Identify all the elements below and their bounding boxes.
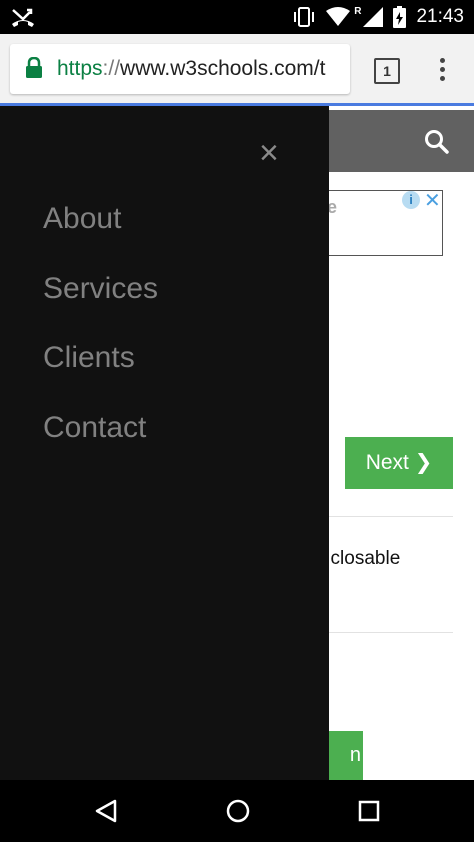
search-icon[interactable] xyxy=(424,129,450,160)
section-text: , closable xyxy=(320,548,401,569)
url-separator: :// xyxy=(102,57,121,80)
home-icon[interactable] xyxy=(226,799,250,828)
battery-icon xyxy=(393,6,407,28)
divider xyxy=(310,516,453,517)
back-icon[interactable] xyxy=(95,799,117,828)
close-icon[interactable]: × xyxy=(259,136,279,170)
url-text: https://www.w3schools.com/t xyxy=(57,57,325,81)
drawer-item-contact[interactable]: Contact xyxy=(43,411,146,445)
tab-switcher-button[interactable]: 1 xyxy=(374,58,400,84)
next-button[interactable]: Next ❯ xyxy=(345,437,453,489)
system-navigation-bar xyxy=(0,780,474,842)
url-host: www.w3schools.com/t xyxy=(120,57,326,80)
recent-apps-icon[interactable] xyxy=(358,800,380,827)
roaming-indicator: R xyxy=(354,5,362,17)
url-scheme: https xyxy=(57,57,103,80)
wifi-icon xyxy=(326,7,351,27)
status-bar: R 21:43 xyxy=(0,0,474,34)
ad-close-icon[interactable]: ✕ xyxy=(424,188,441,213)
drawer-item-about[interactable]: About xyxy=(43,202,121,236)
side-drawer: × About Services Clients Contact xyxy=(0,106,329,780)
status-time: 21:43 xyxy=(416,6,464,27)
lock-icon xyxy=(25,56,43,84)
browser-toolbar: https://www.w3schools.com/t 1 xyxy=(0,34,474,104)
signal-icon xyxy=(363,7,384,27)
vibrate-icon xyxy=(292,6,316,28)
address-bar[interactable]: https://www.w3schools.com/t xyxy=(10,44,350,94)
drawer-item-services[interactable]: Services xyxy=(43,272,158,306)
missed-call-icon xyxy=(10,6,36,28)
divider xyxy=(310,632,453,633)
overflow-menu-icon[interactable] xyxy=(440,58,446,82)
drawer-item-clients[interactable]: Clients xyxy=(43,341,135,375)
ad-info-icon[interactable]: i xyxy=(402,191,420,209)
